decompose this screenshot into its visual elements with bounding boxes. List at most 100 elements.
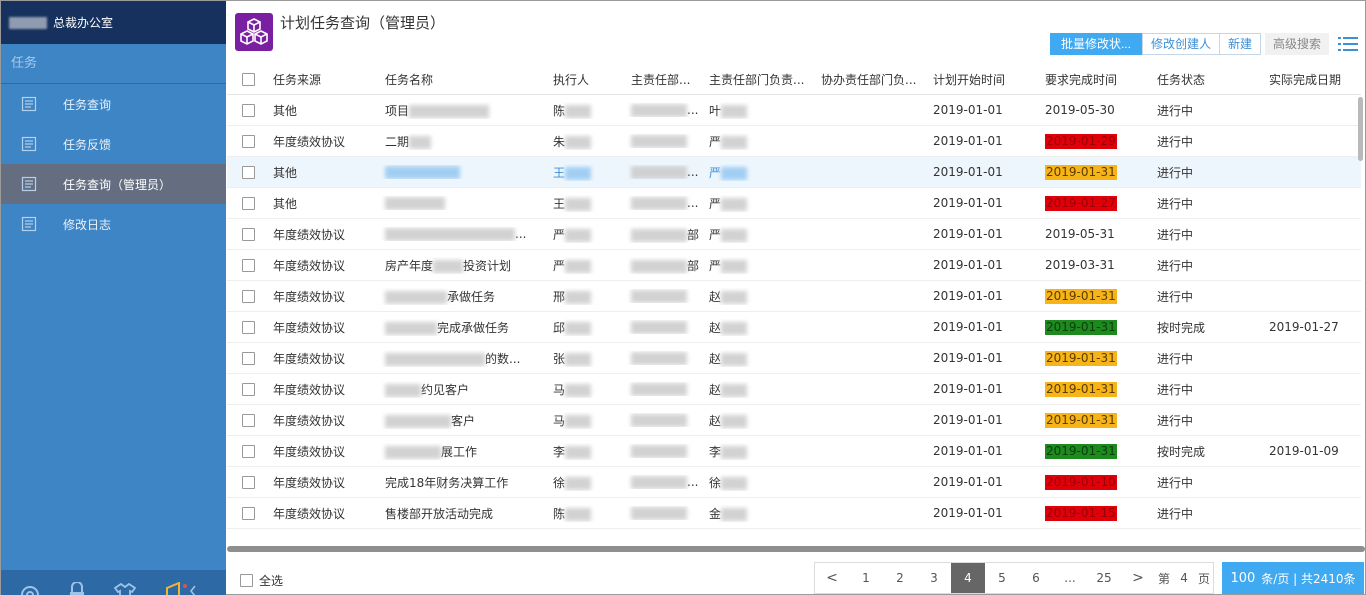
task-dept-lead: 严: [705, 164, 817, 181]
task-dept: [627, 320, 705, 334]
table-row[interactable]: 年度绩效协议 售楼部开放活动完成 陈 金 2019-01-01 2019-01-15 进行中: [227, 498, 1361, 529]
gear-icon[interactable]: [19, 582, 41, 595]
task-name[interactable]: [381, 196, 549, 210]
page-size-selector[interactable]: 100 条/页 | 共2410条: [1222, 562, 1364, 594]
goto-page-input[interactable]: 4: [1173, 563, 1195, 593]
page-button-4[interactable]: 5: [985, 563, 1019, 593]
edit-creator-button[interactable]: 修改创建人: [1141, 33, 1220, 55]
task-name[interactable]: 约见客户: [381, 381, 549, 398]
col-header-name[interactable]: 任务名称: [381, 71, 549, 88]
select-all[interactable]: 全选: [240, 572, 283, 589]
executor-surname: 严: [553, 258, 566, 273]
page-button-3[interactable]: 4: [951, 563, 985, 593]
redacted-text: [385, 290, 447, 304]
page-button-2[interactable]: 3: [917, 563, 951, 593]
row-checkbox[interactable]: [227, 165, 269, 179]
row-checkbox[interactable]: [227, 103, 269, 117]
select-all-checkbox[interactable]: [240, 574, 253, 587]
col-header-source[interactable]: 任务来源: [269, 71, 381, 88]
row-checkbox[interactable]: [227, 382, 269, 396]
col-header-assist-dept[interactable]: 协办责任部门负...: [817, 71, 929, 88]
task-name[interactable]: 展工作: [381, 443, 549, 460]
advanced-search-button[interactable]: 高级搜索: [1264, 33, 1329, 55]
executor-surname: 邢: [553, 289, 566, 304]
next-page-button[interactable]: >: [1121, 563, 1155, 593]
redacted-text: [721, 166, 748, 180]
task-source: 其他: [273, 165, 298, 180]
horizontal-scrollbar[interactable]: [227, 546, 1365, 552]
col-header-executor[interactable]: 执行人: [549, 71, 627, 88]
page-button-7[interactable]: 25: [1087, 563, 1121, 593]
page-button-1[interactable]: 2: [883, 563, 917, 593]
row-checkbox[interactable]: [227, 227, 269, 241]
task-name[interactable]: 项目: [381, 102, 549, 119]
dept-suffix: ...: [687, 475, 699, 489]
sidebar-item-0[interactable]: 任务查询: [1, 84, 226, 124]
due-date-badge: 2019-01-10: [1045, 474, 1117, 490]
task-status: 进行中: [1157, 258, 1194, 273]
prev-page-button[interactable]: <: [815, 563, 849, 593]
task-name[interactable]: 售楼部开放活动完成: [381, 505, 549, 522]
task-name[interactable]: ...: [381, 227, 549, 241]
col-header-dept[interactable]: 主责任部...: [627, 71, 705, 88]
table-row[interactable]: 年度绩效协议 房产年度 投资计划严部严 2019-01-01 2019-03-31 进行中: [227, 250, 1361, 281]
task-name[interactable]: 完成承做任务: [381, 319, 549, 336]
task-name[interactable]: 房产年度 投资计划: [381, 257, 549, 274]
task-name[interactable]: 完成18年财务决算工作: [381, 474, 549, 491]
table-row[interactable]: 年度绩效协议 约见客户 马 赵 2019-01-01 2019-01-31 进行中: [227, 374, 1361, 405]
sidebar-item-1[interactable]: 任务反馈: [1, 124, 226, 164]
row-checkbox[interactable]: [227, 413, 269, 427]
table-row[interactable]: 年度绩效协议... 严部严 2019-01-01 2019-05-31 进行中: [227, 219, 1361, 250]
due-date-badge: 2019-01-31: [1045, 288, 1117, 304]
col-header-dept-lead[interactable]: 主责任部门负责...: [705, 71, 817, 88]
task-start-date: 2019-01-01: [933, 413, 1003, 427]
row-checkbox[interactable]: [227, 506, 269, 520]
sidebar-item-2[interactable]: 任务查询（管理员）: [1, 164, 226, 204]
table-row[interactable]: 年度绩效协议 二期 朱 严 2019-01-01 2019-01-29 进行中: [227, 126, 1361, 157]
table-row[interactable]: 其他 项目 陈... 叶 2019-01-01 2019-05-30 进行中: [227, 95, 1361, 126]
task-name[interactable]: 的数...: [381, 350, 549, 367]
new-button[interactable]: 新建: [1219, 33, 1261, 55]
task-name[interactable]: 承做任务: [381, 288, 549, 305]
row-checkbox[interactable]: [227, 475, 269, 489]
table-row[interactable]: 年度绩效协议 客户 马 赵 2019-01-01 2019-01-31 进行中: [227, 405, 1361, 436]
task-name[interactable]: 客户: [381, 412, 549, 429]
table-row[interactable]: 其他 王... 严 2019-01-01 2019-01-31 进行中: [227, 157, 1361, 188]
list-menu-icon[interactable]: [1337, 33, 1359, 55]
col-header-status[interactable]: 任务状态: [1153, 71, 1265, 88]
row-checkbox[interactable]: [227, 320, 269, 334]
col-header-start[interactable]: 计划开始时间: [929, 71, 1041, 88]
vertical-scrollbar[interactable]: [1358, 97, 1363, 161]
due-date-badge: 2019-01-31: [1045, 319, 1117, 335]
task-name[interactable]: [381, 165, 549, 179]
task-status: 进行中: [1157, 103, 1194, 118]
task-dept: ...: [627, 196, 705, 210]
row-checkbox[interactable]: [227, 444, 269, 458]
lock-icon[interactable]: [69, 582, 85, 595]
row-checkbox[interactable]: [227, 258, 269, 272]
task-dept-lead: 赵: [705, 288, 817, 305]
table-row[interactable]: 其他 王... 严 2019-01-01 2019-01-27 进行中: [227, 188, 1361, 219]
batch-edit-status-button[interactable]: 批量修改状...: [1049, 33, 1142, 55]
table-row[interactable]: 年度绩效协议 完成承做任务 邱 赵 2019-01-01 2019-01-31 按时完成 20…: [227, 312, 1361, 343]
table-row[interactable]: 年度绩效协议 完成18年财务决算工作 徐... 徐 2019-01-01 2019-01-…: [227, 467, 1361, 498]
table-row[interactable]: 年度绩效协议 的数... 张 赵 2019-01-01 2019-01-31 进行中: [227, 343, 1361, 374]
row-checkbox[interactable]: [227, 196, 269, 210]
task-name[interactable]: 二期: [381, 133, 549, 150]
page-button-0[interactable]: 1: [849, 563, 883, 593]
row-checkbox[interactable]: [227, 351, 269, 365]
task-status: 进行中: [1157, 506, 1194, 521]
col-header-due[interactable]: 要求完成时间: [1041, 71, 1153, 88]
task-start-date: 2019-01-01: [933, 444, 1003, 458]
select-all-header-checkbox[interactable]: [227, 73, 269, 86]
table-row[interactable]: 年度绩效协议 承做任务 邢 赵 2019-01-01 2019-01-31 进行中: [227, 281, 1361, 312]
announce-icon[interactable]: [165, 582, 199, 595]
row-checkbox[interactable]: [227, 134, 269, 148]
page-button-5[interactable]: 6: [1019, 563, 1053, 593]
col-header-actual[interactable]: 实际完成日期: [1265, 71, 1361, 88]
shirt-icon[interactable]: [113, 582, 137, 595]
sidebar-item-3[interactable]: 修改日志: [1, 204, 226, 244]
document-icon: [21, 136, 37, 152]
table-row[interactable]: 年度绩效协议 展工作 李 李 2019-01-01 2019-01-31 按时完成 2019-…: [227, 436, 1361, 467]
row-checkbox[interactable]: [227, 289, 269, 303]
